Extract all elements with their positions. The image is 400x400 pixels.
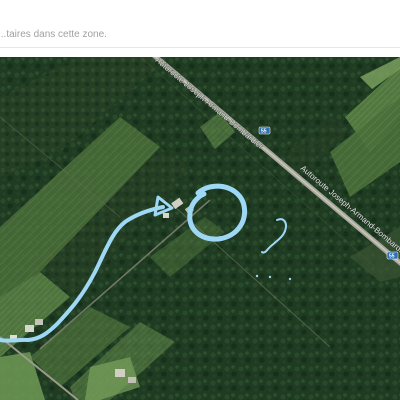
comment-bar: [0, 0, 400, 48]
dot: [288, 277, 292, 281]
dot: [255, 274, 259, 278]
building: [35, 319, 43, 325]
highway-shield: 55: [386, 251, 399, 260]
shield-number: 55: [389, 254, 395, 260]
building: [115, 369, 125, 377]
building: [128, 377, 136, 383]
comment-input[interactable]: [0, 22, 400, 46]
building: [25, 325, 34, 332]
satellite-map[interactable]: Autoroute Joseph-Armand-Bombardier Autor…: [0, 57, 400, 400]
building: [163, 213, 169, 218]
map-canvas: Autoroute Joseph-Armand-Bombardier Autor…: [0, 57, 400, 400]
highway-shield: 55: [258, 126, 271, 135]
shield-number: 55: [261, 129, 267, 135]
dot: [268, 275, 272, 279]
